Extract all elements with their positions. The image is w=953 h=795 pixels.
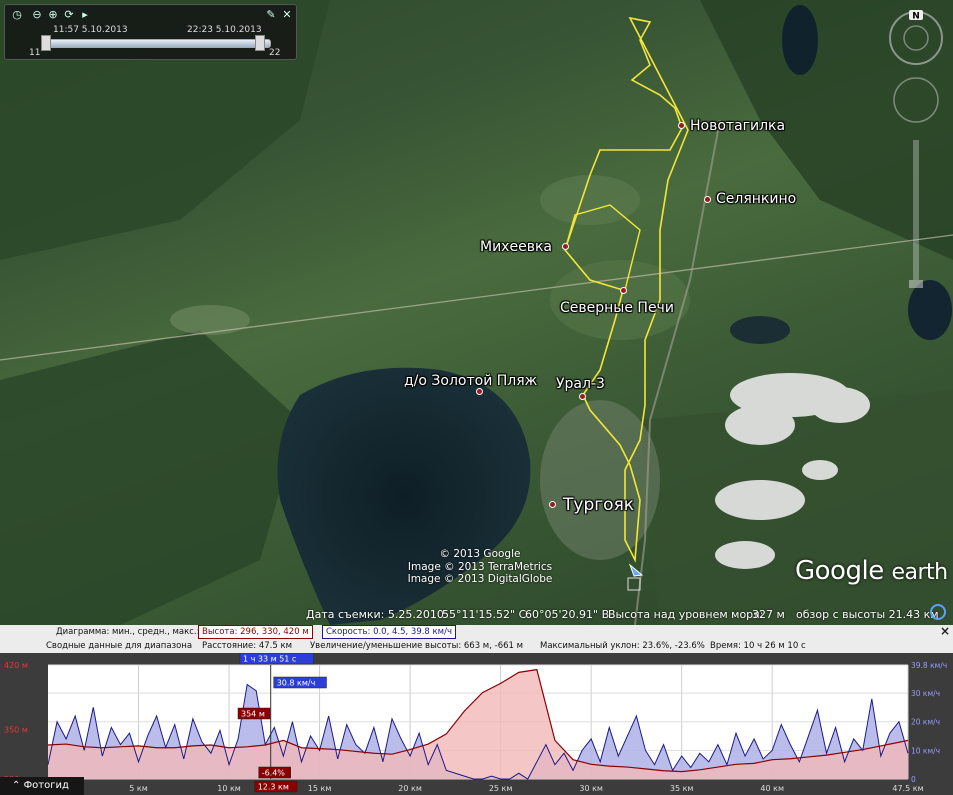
google-earth-logo: Google earth [795,556,948,586]
compass-label: N [912,12,920,22]
distance-stat: Расстояние: 47.5 км [202,641,292,651]
settings-icon[interactable]: ⟳ [63,9,75,21]
chevron-up-icon: ⌃ [12,780,24,791]
credit-line: Image © 2013 DigitalGlobe [407,573,553,585]
x-tick-label: 5 км [129,784,148,793]
range-summary-label: Сводные данные для диапазона [46,641,193,651]
photo-guide-button[interactable]: ⌃ Фотогид [0,777,84,795]
x-tick-label: 20 км [398,784,422,793]
place-marker[interactable] [620,287,627,294]
place-label[interactable]: Новотагилка [690,118,785,134]
total-time-stat: Время: 10 ч 26 м 10 с [710,641,806,651]
x-tick-label: 47.5 км [892,784,923,793]
elevation-gain-stat: Увеличение/уменьшение высоты: 663 м, -66… [310,641,524,651]
y-right-tick-label: 30 км/ч [911,689,940,698]
y-right-tick-label: 10 км/ч [911,746,940,755]
x-tick-label: 15 км [308,784,332,793]
place-label[interactable]: Селянкино [716,191,796,207]
cursor-slope-label: -6.4% [262,769,286,778]
imagery-date: Дата съемки: 5.25.2010 [306,608,444,621]
y-left-tick-label: 420 м [4,661,28,670]
y-left-tick-label: 350 м [4,725,28,734]
cursor-height-label: 354 м [241,710,265,719]
navigation-controls[interactable]: N [880,10,946,300]
close-profile-button[interactable]: × [940,624,950,638]
place-label[interactable]: Северные Печи [560,300,674,316]
place-marker[interactable] [549,501,556,508]
eye-altitude: обзор с высоты 21.43 км [796,608,939,621]
zoom-in-icon[interactable]: ⊕ [47,9,59,21]
place-label[interactable]: Тургояк [563,495,634,515]
x-tick-label: 25 км [489,784,513,793]
cursor-distance-label: 12.3 км [258,783,289,792]
x-tick-label: 35 км [670,784,694,793]
time-end-handle[interactable] [255,35,265,51]
zoom-out-icon[interactable]: ⊖ [31,9,43,21]
photo-guide-label: Фотогид [23,780,69,791]
play-icon[interactable]: ▸ [79,9,91,21]
longitude-readout: 60°05'20.91" В [525,608,610,621]
cursor-time-label: 1 ч 33 м 51 с [243,655,296,664]
x-tick-label: 30 км [579,784,603,793]
status-bar: Дата съемки: 5.25.2010 55°11'15.52" С 60… [0,603,953,625]
place-marker[interactable] [562,243,569,250]
y-right-tick-label: 0 [911,775,916,784]
clock-icon[interactable]: ◷ [11,9,23,21]
cursor-speed-label: 30.8 км/ч [277,679,316,688]
place-label[interactable]: д/о Золотой Пляж [404,373,537,389]
x-tick-label: 40 км [760,784,784,793]
place-marker[interactable] [579,393,586,400]
elevation-profile-panel: Диаграмма: мин., средн., макс.: Высота: … [0,624,953,795]
satellite-imagery [0,0,953,625]
time-start-label: 11:57 5.10.2013 [53,25,128,35]
height-summary-box[interactable]: Высота: 296, 330, 420 м [198,625,313,639]
place-marker[interactable] [704,196,711,203]
imagery-credits: © 2013 Google Image © 2013 TerraMetrics … [400,548,560,586]
time-min-label: 11 [29,48,41,58]
wrench-icon[interactable]: ✎ [265,9,277,21]
x-tick-label: 10 км [217,784,241,793]
place-marker[interactable] [678,122,685,129]
elevation-speed-chart[interactable]: 5 км 10 км 15 км 20 км 25 км 30 км 35 км 40 км 4… [0,653,953,795]
latitude-readout: 55°11'15.52" С [442,608,527,621]
y-right-tick-label: 39.8 км/ч [911,661,947,670]
place-label[interactable]: Урал-3 [556,376,605,392]
time-max-label: 22 [269,48,281,58]
credit-line: Image © 2013 TerraMetrics [407,560,553,573]
credit-line: © 2013 Google [439,548,521,560]
close-icon[interactable]: ✕ [281,9,293,21]
y-right-tick-label: 20 км/ч [911,718,940,727]
max-slope-stat: Максимальный уклон: 23.6%, -23.6% [540,641,705,651]
place-marker[interactable] [476,388,483,395]
elevation-value: 327 м [752,608,785,621]
chart-minmax-label: Диаграмма: мин., средн., макс.: [56,627,200,637]
speed-summary-box[interactable]: Скорость: 0.0, 4.5, 39.8 км/ч [322,625,456,639]
place-label[interactable]: Михеевка [480,239,552,255]
elevation-label: Высота над уровнем моря: [608,608,764,621]
streaming-icon [930,604,946,620]
time-start-handle[interactable] [41,35,51,51]
time-track[interactable] [41,39,271,48]
map-view[interactable]: ◷ ⊖ ⊕ ⟳ ▸ ✎ ✕ 11:57 5.10.2013 22:23 5.10… [0,0,953,625]
time-end-label: 22:23 5.10.2013 [187,25,262,35]
time-slider: ◷ ⊖ ⊕ ⟳ ▸ ✎ ✕ 11:57 5.10.2013 22:23 5.10… [4,4,297,60]
